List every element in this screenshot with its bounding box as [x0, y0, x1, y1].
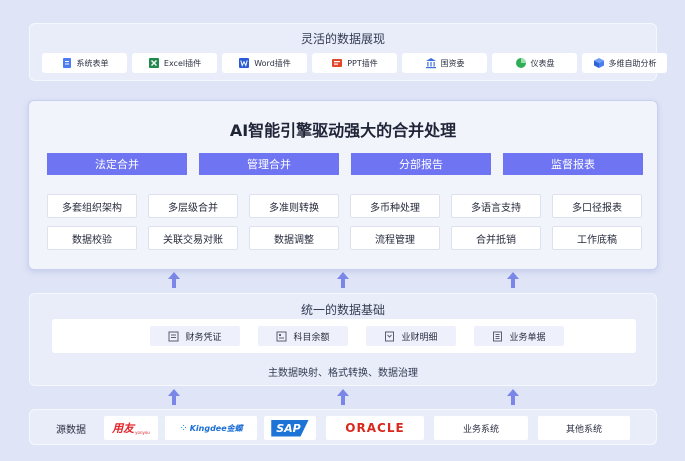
foundation-item-label: 业务单据: [509, 332, 546, 343]
document-icon: [493, 331, 503, 341]
source-other-system[interactable]: 其他系统: [538, 416, 630, 440]
tool-multidim-analysis[interactable]: 多维自助分析: [582, 53, 667, 73]
tool-word-plugin[interactable]: Word插件: [222, 53, 307, 73]
tool-label: 国资委: [440, 58, 465, 68]
feature-item[interactable]: 多套组织架构: [47, 194, 137, 218]
ai-engine-title: AI智能引擎驱动强大的合并处理: [229, 121, 457, 140]
feature-item[interactable]: 多层级合并: [148, 194, 238, 218]
foundation-item-detail[interactable]: 业财明细: [366, 326, 456, 346]
detail-icon: [385, 331, 395, 341]
foundation-footer: 主数据映射、格式转换、数据治理: [268, 368, 418, 379]
tool-excel-plugin[interactable]: Excel插件: [132, 53, 217, 73]
tool-label: Word插件: [254, 58, 291, 68]
balance-icon: [276, 331, 287, 341]
kingdee-logo-text: Kingdee金蝶: [189, 423, 243, 433]
cube-icon: [593, 58, 604, 68]
oracle-logo[interactable]: ORACLE: [326, 416, 424, 440]
data-foundation-panel: 统一的数据基础 财务凭证 科目余额 业财明细 业务单据 主数据映射、格式转换、数…: [29, 293, 657, 386]
category-management[interactable]: 管理合并: [199, 153, 339, 175]
category-supervision[interactable]: 监督报表: [503, 153, 643, 175]
display-tools: 系统表单 Excel插件 Word插件 PPT插件 国资委 仪表盘 多维自助分析: [42, 53, 667, 73]
up-arrow-icon: [337, 389, 349, 405]
consolidation-categories: 法定合并 管理合并 分部报告 监督报表: [47, 153, 643, 175]
tool-dashboard[interactable]: 仪表盘: [492, 53, 577, 73]
kingdee-logo[interactable]: ⁘ Kingdee金蝶: [165, 416, 257, 440]
foundation-item-balance[interactable]: 科目余额: [258, 326, 348, 346]
yonyou-logo-sub: yonyou: [135, 430, 150, 435]
source-data-label: 源数据: [56, 425, 86, 436]
tool-ppt-plugin[interactable]: PPT插件: [312, 53, 397, 73]
foundation-item-document[interactable]: 业务单据: [474, 326, 564, 346]
foundation-items-box: 财务凭证 科目余额 业财明细 业务单据: [52, 319, 636, 353]
tool-label: Excel插件: [163, 58, 202, 68]
foundation-item-label: 业财明细: [401, 332, 438, 343]
feature-grid: 多套组织架构 多层级合并 多准则转换 多币种处理 多语言支持 多口径报表 数据校…: [47, 194, 642, 250]
feature-item[interactable]: 合并抵销: [451, 226, 541, 250]
yonyou-logo-text: 用友: [112, 422, 135, 435]
up-arrow-icon: [507, 389, 519, 405]
category-segment[interactable]: 分部报告: [351, 153, 491, 175]
oracle-logo-text: ORACLE: [345, 421, 405, 435]
feature-item[interactable]: 工作底稿: [552, 226, 642, 250]
foundation-item-label: 科目余额: [293, 332, 330, 343]
sap-logo-text: SAP: [271, 419, 309, 437]
feature-item[interactable]: 关联交易对账: [148, 226, 238, 250]
foundation-item-label: 财务凭证: [185, 332, 222, 343]
source-business-system[interactable]: 业务系统: [434, 416, 528, 440]
tool-label: 多维自助分析: [608, 58, 657, 68]
tool-label: 仪表盘: [530, 58, 555, 68]
word-icon: [239, 58, 250, 68]
feature-item[interactable]: 多准则转换: [249, 194, 339, 218]
feature-item[interactable]: 多语言支持: [451, 194, 541, 218]
tool-system-form[interactable]: 系统表单: [42, 53, 127, 73]
form-icon: [62, 58, 71, 68]
government-building-icon: [425, 58, 436, 69]
voucher-icon: [168, 331, 179, 341]
kingdee-logo-mark: ⁘: [179, 422, 188, 434]
feature-item[interactable]: 多口径报表: [552, 194, 642, 218]
tool-label: 系统表单: [76, 58, 109, 68]
source-data-panel: 源数据 用友 yonyou ⁘ Kingdee金蝶 SAP ORACLE 业务系…: [29, 409, 657, 445]
tool-label: PPT插件: [347, 58, 378, 68]
foundation-item-voucher[interactable]: 财务凭证: [150, 326, 240, 346]
feature-item[interactable]: 数据调整: [249, 226, 339, 250]
feature-item[interactable]: 流程管理: [350, 226, 440, 250]
yonyou-logo[interactable]: 用友 yonyou: [104, 416, 158, 440]
tool-sasac[interactable]: 国资委: [402, 53, 487, 73]
data-display-title: 灵活的数据展现: [300, 32, 385, 46]
data-foundation-title: 统一的数据基础: [300, 303, 385, 317]
data-display-panel: 灵活的数据展现 系统表单 Excel插件 Word插件 PPT插件 国资委 仪表…: [29, 23, 667, 81]
ppt-icon: [332, 59, 343, 67]
sap-logo[interactable]: SAP: [264, 416, 316, 440]
excel-icon: [148, 58, 159, 68]
ai-engine-panel: AI智能引擎驱动强大的合并处理 法定合并 管理合并 分部报告 监督报表 多套组织…: [28, 100, 658, 270]
up-arrow-icon: [337, 272, 349, 288]
up-arrow-icon: [507, 272, 519, 288]
pie-chart-icon: [515, 58, 526, 68]
up-arrow-icon: [168, 272, 180, 288]
feature-item[interactable]: 多币种处理: [350, 194, 440, 218]
category-statutory[interactable]: 法定合并: [47, 153, 187, 175]
up-arrow-icon: [168, 389, 180, 405]
feature-item[interactable]: 数据校验: [47, 226, 137, 250]
